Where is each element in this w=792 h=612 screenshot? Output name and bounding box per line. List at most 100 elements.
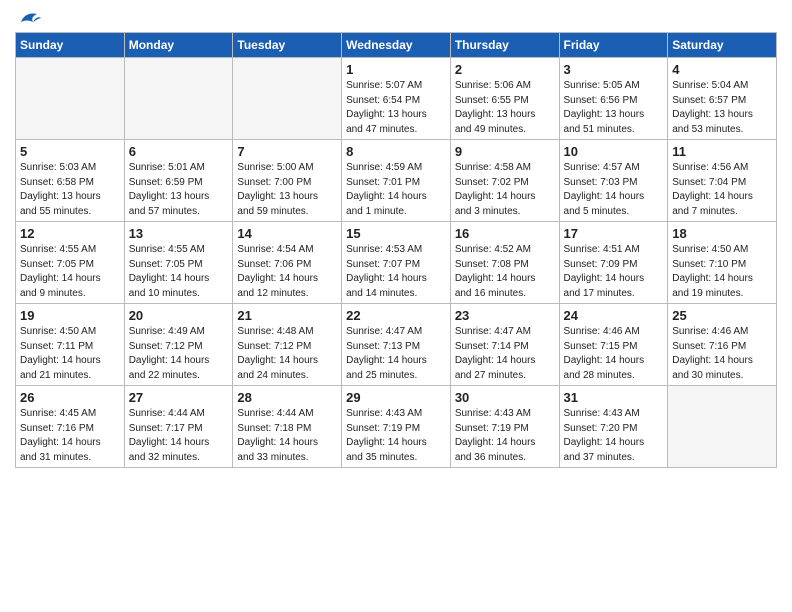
- sunset-text: Sunset: 7:07 PM: [346, 259, 420, 270]
- day-number: 25: [672, 308, 772, 323]
- daylight-text: Daylight: 13 hours: [672, 109, 753, 120]
- sunset-text: Sunset: 6:55 PM: [455, 95, 529, 106]
- sunset-text: Sunset: 7:03 PM: [564, 177, 638, 188]
- sunrise-text: Sunrise: 4:51 AM: [564, 244, 640, 255]
- sunset-text: Sunset: 7:12 PM: [237, 341, 311, 352]
- daylight-text: and 28 minutes.: [564, 370, 635, 381]
- daylight-text: and 16 minutes.: [455, 288, 526, 299]
- sunset-text: Sunset: 7:01 PM: [346, 177, 420, 188]
- day-info: Sunrise: 4:50 AMSunset: 7:10 PMDaylight:…: [672, 243, 772, 301]
- daylight-text: and 51 minutes.: [564, 124, 635, 135]
- day-number: 16: [455, 226, 555, 241]
- sunset-text: Sunset: 7:13 PM: [346, 341, 420, 352]
- day-number: 9: [455, 144, 555, 159]
- daylight-text: Daylight: 13 hours: [346, 109, 427, 120]
- calendar-cell: 12Sunrise: 4:55 AMSunset: 7:05 PMDayligh…: [16, 222, 125, 304]
- day-info: Sunrise: 4:46 AM Sunset: 7:16 PM Daylight:…: [672, 325, 772, 383]
- daylight-text: and 27 minutes.: [455, 370, 526, 381]
- calendar-cell: 11Sunrise: 4:56 AMSunset: 7:04 PMDayligh…: [668, 140, 777, 222]
- daylight-text: Daylight: 14 hours: [672, 191, 753, 202]
- sunset-text: Sunset: 7:15 PM: [564, 341, 638, 352]
- calendar-cell: 6Sunrise: 5:01 AMSunset: 6:59 PMDaylight…: [124, 140, 233, 222]
- daylight-text: and 5 minutes.: [564, 206, 630, 217]
- daylight-text: Daylight: 14 hours: [20, 437, 101, 448]
- daylight-text: Daylight: 13 hours: [237, 191, 318, 202]
- day-number: 20: [129, 308, 229, 323]
- day-number: 1: [346, 62, 446, 77]
- week-row-2: 5Sunrise: 5:03 AMSunset: 6:58 PMDaylight…: [16, 140, 777, 222]
- calendar-cell: [233, 58, 342, 140]
- sunset-text: Sunset: 7:04 PM: [672, 177, 746, 188]
- calendar-cell: 16Sunrise: 4:52 AMSunset: 7:08 PMDayligh…: [450, 222, 559, 304]
- daylight-text: Daylight: 14 hours: [564, 191, 645, 202]
- daylight-text: and 19 minutes.: [672, 288, 743, 299]
- daylight-text: Daylight: 14 hours: [237, 437, 318, 448]
- sunset-text: Sunset: 7:16 PM: [20, 423, 94, 434]
- calendar-cell: 30Sunrise: 4:43 AMSunset: 7:19 PMDayligh…: [450, 386, 559, 468]
- day-info: Sunrise: 4:43 AMSunset: 7:20 PMDaylight:…: [564, 407, 664, 465]
- day-number: 7: [237, 144, 337, 159]
- day-info: Sunrise: 4:59 AMSunset: 7:01 PMDaylight:…: [346, 161, 446, 219]
- daylight-text: Daylight: 14 hours: [20, 355, 101, 366]
- daylight-text: and 31 minutes.: [20, 452, 91, 463]
- weekday-header-thursday: Thursday: [450, 33, 559, 58]
- sunrise-text: Sunrise: 5:03 AM: [20, 162, 96, 173]
- day-info: Sunrise: 4:58 AMSunset: 7:02 PMDaylight:…: [455, 161, 555, 219]
- calendar-cell: 1Sunrise: 5:07 AMSunset: 6:54 PMDaylight…: [342, 58, 451, 140]
- daylight-text: Daylight: 14 hours: [455, 191, 536, 202]
- calendar-cell: 7Sunrise: 5:00 AMSunset: 7:00 PMDaylight…: [233, 140, 342, 222]
- daylight-text: and 14 minutes.: [346, 288, 417, 299]
- daylight-text: Daylight: 14 hours: [672, 355, 753, 366]
- day-info: Sunrise: 4:48 AMSunset: 7:12 PMDaylight:…: [237, 325, 337, 383]
- calendar-page: SundayMondayTuesdayWednesdayThursdayFrid…: [0, 0, 792, 478]
- day-number: 18: [672, 226, 772, 241]
- sunset-text: Sunset: 7:00 PM: [237, 177, 311, 188]
- daylight-text: Daylight: 13 hours: [20, 191, 101, 202]
- day-number: 8: [346, 144, 446, 159]
- sunrise-text: Sunrise: 4:46 AM: [672, 326, 748, 337]
- sunset-text: Sunset: 7:18 PM: [237, 423, 311, 434]
- day-number: 28: [237, 390, 337, 405]
- daylight-text: Daylight: 14 hours: [129, 273, 210, 284]
- sunrise-text: Sunrise: 4:43 AM: [564, 408, 640, 419]
- sunset-text: Sunset: 7:16 PM: [672, 341, 746, 352]
- day-number: 21: [237, 308, 337, 323]
- daylight-text: Daylight: 14 hours: [129, 437, 210, 448]
- sunset-text: Sunset: 7:19 PM: [455, 423, 529, 434]
- sunset-text: Sunset: 7:12 PM: [129, 341, 203, 352]
- weekday-header-friday: Friday: [559, 33, 668, 58]
- daylight-text: and 55 minutes.: [20, 206, 91, 217]
- daylight-text: Daylight: 14 hours: [564, 437, 645, 448]
- daylight-text: and 24 minutes.: [237, 370, 308, 381]
- sunrise-text: Sunrise: 4:44 AM: [129, 408, 205, 419]
- weekday-header-row: SundayMondayTuesdayWednesdayThursdayFrid…: [16, 33, 777, 58]
- day-number: 22: [346, 308, 446, 323]
- sunrise-text: Sunrise: 5:06 AM: [455, 80, 531, 91]
- calendar-cell: 2 Sunrise: 5:06 AM Sunset: 6:55 PM Daylight…: [450, 58, 559, 140]
- day-info: Sunrise: 4:57 AMSunset: 7:03 PMDaylight:…: [564, 161, 664, 219]
- sunset-text: Sunset: 6:54 PM: [346, 95, 420, 106]
- calendar-cell: 28 Sunrise: 4:44 AMSunset: 7:18 PMDayligh…: [233, 386, 342, 468]
- sunset-text: Sunset: 7:14 PM: [455, 341, 529, 352]
- day-info: Sunrise: 4:45 AMSunset: 7:16 PMDaylight:…: [20, 407, 120, 465]
- day-number: 26: [20, 390, 120, 405]
- calendar-cell: 31Sunrise: 4:43 AMSunset: 7:20 PMDayligh…: [559, 386, 668, 468]
- daylight-text: Daylight: 14 hours: [346, 437, 427, 448]
- day-number: 2: [455, 62, 555, 77]
- calendar-cell: 4Sunrise: 5:04 AMSunset: 6:57 PMDaylight…: [668, 58, 777, 140]
- daylight-text: and 3 minutes.: [455, 206, 521, 217]
- daylight-text: Daylight: 13 hours: [455, 109, 536, 120]
- sunrise-text: Sunrise: 4:46 AM: [564, 326, 640, 337]
- day-info: Sunrise: 4:47 AMSunset: 7:13 PMDaylight:…: [346, 325, 446, 383]
- day-number: 12: [20, 226, 120, 241]
- week-row-1: 1Sunrise: 5:07 AMSunset: 6:54 PMDaylight…: [16, 58, 777, 140]
- day-number: 30: [455, 390, 555, 405]
- week-row-4: 19Sunrise: 4:50 AMSunset: 7:11 PMDayligh…: [16, 304, 777, 386]
- weekday-header-sunday: Sunday: [16, 33, 125, 58]
- daylight-text: and 33 minutes.: [237, 452, 308, 463]
- sunset-text: Sunset: 7:17 PM: [129, 423, 203, 434]
- daylight-text: and 25 minutes.: [346, 370, 417, 381]
- day-info: Sunrise: 4:44 AMSunset: 7:18 PMDaylight:…: [237, 407, 337, 465]
- daylight-text: Daylight: 14 hours: [346, 355, 427, 366]
- daylight-text: and 9 minutes.: [20, 288, 86, 299]
